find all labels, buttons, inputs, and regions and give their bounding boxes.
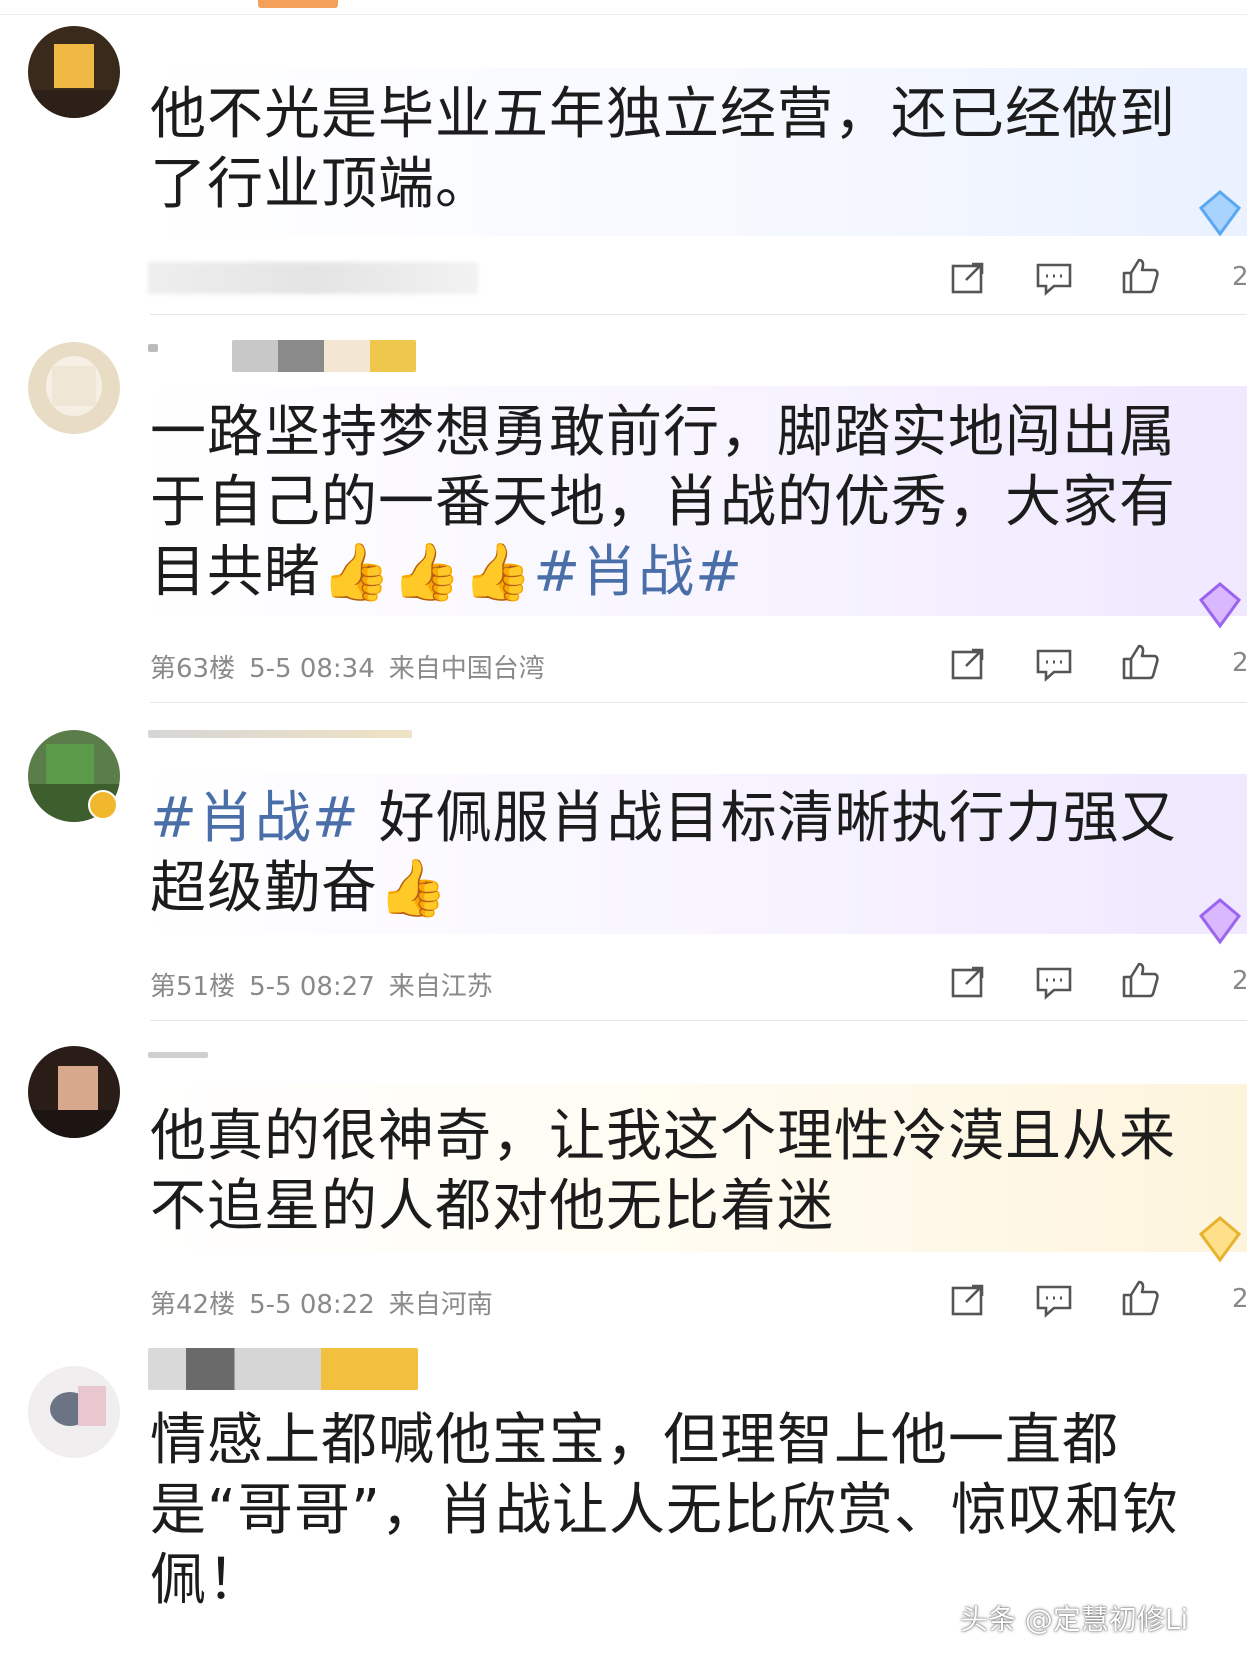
username-blurred [148,1052,208,1058]
location: 来自江苏 [388,972,493,1002]
floor-number: 第42楼 [150,1290,236,1320]
diamond-icon [1198,1216,1242,1263]
thumbs-up-icon[interactable] [1120,960,1160,1000]
avatar[interactable] [28,1046,120,1138]
comment-meta: 第42楼 5-5 08:22 来自河南 [150,1284,507,1321]
comment-text: 情感上都喊他宝宝，但理智上他一直都是“哥哥”，肖战让人无比欣赏、惊叹和钦佩！ [150,1408,1180,1613]
location: 来自河南 [388,1290,493,1320]
diamond-icon [1198,898,1242,945]
thumbs-up-icon[interactable] [1120,256,1160,296]
like-count: 2 [1232,1284,1247,1314]
like-count: 2 [1232,262,1247,292]
thumbs-emoji: 👍👍👍 [321,540,534,605]
comment-meta: 第51楼 5-5 08:27 来自江苏 [150,966,507,1003]
username-blurred [148,730,412,738]
share-icon[interactable] [948,962,988,1002]
diamond-icon [1198,582,1242,629]
comment-icon[interactable] [1034,1280,1074,1320]
location: 来自中国台湾 [388,654,545,684]
meta-blurred [148,262,478,294]
username-blurred [232,340,416,372]
hashtag-link[interactable]: #肖战# [150,786,360,851]
divider [150,1020,1247,1021]
like-count: 2 [1232,966,1247,996]
top-tab-indicator [258,0,338,8]
hashtag-link[interactable]: #肖战# [533,540,743,605]
timestamp: 5-5 08:34 [249,654,375,684]
comment-text: 他真的很神奇，让我这个理性冷漠且从来不追星的人都对他无比着迷 [150,1104,1176,1239]
floor-number: 第63楼 [150,654,236,684]
share-icon[interactable] [948,644,988,684]
comment-text: 一路坚持梦想勇敢前行，脚踏实地闯出属于自己的一番天地，肖战的优秀，大家有目共睹👍… [150,400,1176,605]
top-edge [0,0,1247,15]
comment-text: #肖战# 好佩服肖战目标清晰执行力强又超级勤奋👍 [150,786,1177,921]
diamond-icon [1198,190,1242,237]
comment-icon[interactable] [1034,962,1074,1002]
thumbs-emoji: 👍 [378,856,449,921]
verified-badge [88,790,118,820]
thumbs-up-icon[interactable] [1120,642,1160,682]
username-blurred [148,344,158,352]
thumbs-up-icon[interactable] [1120,1278,1160,1318]
comment-icon[interactable] [1034,644,1074,684]
divider [150,702,1247,703]
timestamp: 5-5 08:27 [249,972,375,1002]
avatar[interactable] [28,342,120,434]
comment-icon[interactable] [1034,258,1074,298]
like-count: 2 [1232,648,1247,678]
share-icon[interactable] [948,258,988,298]
comment-meta: 第63楼 5-5 08:34 来自中国台湾 [150,648,559,685]
share-icon[interactable] [948,1280,988,1320]
floor-number: 第51楼 [150,972,236,1002]
comment-text: 他不光是毕业五年独立经营，还已经做到了行业顶端。 [150,82,1176,217]
username-blurred [148,1348,418,1390]
avatar[interactable] [28,26,120,118]
timestamp: 5-5 08:22 [249,1290,375,1320]
divider [150,314,1247,315]
watermark: 头条 @定慧初修Li [960,1603,1189,1636]
avatar[interactable] [28,1366,120,1458]
